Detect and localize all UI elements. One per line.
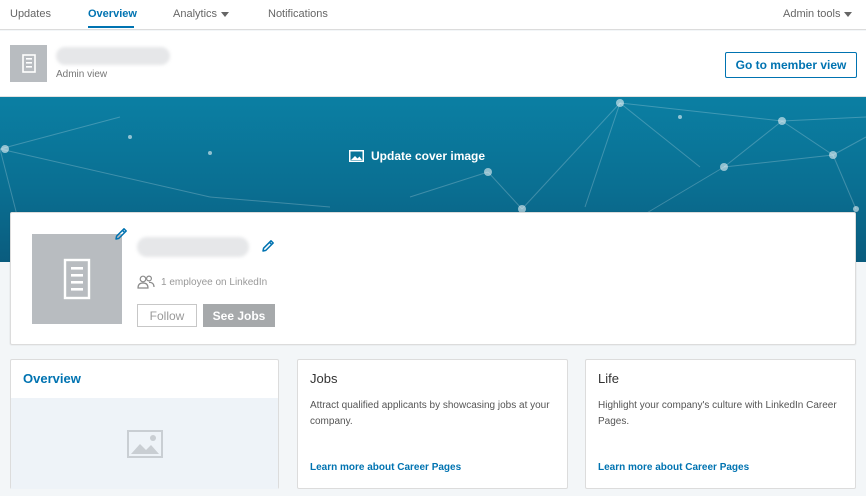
admin-tools-label: Admin tools xyxy=(783,8,841,20)
building-icon xyxy=(63,258,91,300)
edit-logo-pencil-icon[interactable] xyxy=(113,226,129,242)
image-icon xyxy=(349,150,364,162)
follow-button[interactable]: Follow xyxy=(137,304,197,327)
life-learn-more-link[interactable]: Learn more about Career Pages xyxy=(598,462,749,473)
jobs-card-title: Jobs xyxy=(310,371,338,386)
chevron-down-icon xyxy=(221,11,230,17)
jobs-learn-more-link[interactable]: Learn more about Career Pages xyxy=(310,462,461,473)
company-profile-card: 1 employee on LinkedIn Follow See Jobs xyxy=(10,212,856,345)
jobs-card-description: Attract qualified applicants by showcasi… xyxy=(310,400,550,427)
company-logo[interactable] xyxy=(32,234,122,324)
tab-overview[interactable]: Overview xyxy=(88,8,137,20)
jobs-card: Jobs Attract qualified applicants by sho… xyxy=(297,359,568,489)
admin-header: Admin view Go to member view xyxy=(0,31,866,97)
top-nav: Updates Overview Analytics Notifications… xyxy=(0,0,866,30)
tab-label: Overview xyxy=(88,8,137,20)
overview-card[interactable]: Overview xyxy=(10,359,279,489)
admin-view-label: Admin view xyxy=(56,69,108,80)
tab-updates[interactable]: Updates xyxy=(10,8,51,20)
overview-image-placeholder xyxy=(11,398,278,489)
chevron-down-icon xyxy=(844,11,853,17)
edit-name-pencil-icon[interactable] xyxy=(260,238,276,254)
overview-card-title: Overview xyxy=(23,371,81,386)
admin-tools-menu[interactable]: Admin tools xyxy=(783,8,853,20)
people-icon xyxy=(137,275,155,289)
update-cover-label: Update cover image xyxy=(371,149,486,163)
go-to-member-view-button[interactable]: Go to member view xyxy=(725,52,857,78)
tab-analytics[interactable]: Analytics xyxy=(173,8,230,20)
life-card: Life Highlight your company's culture wi… xyxy=(585,359,856,489)
active-tab-indicator xyxy=(88,26,134,28)
update-cover-image-button[interactable]: Update cover image xyxy=(349,149,485,163)
see-jobs-button[interactable]: See Jobs xyxy=(203,304,275,327)
life-card-description: Highlight your company's culture with Li… xyxy=(598,400,837,427)
employee-count-text: 1 employee on LinkedIn xyxy=(161,276,268,288)
building-icon xyxy=(21,53,36,73)
employee-count[interactable]: 1 employee on LinkedIn xyxy=(137,275,267,289)
tab-label: Updates xyxy=(10,8,51,20)
company-name-redacted xyxy=(56,47,170,65)
company-name-redacted xyxy=(137,237,249,257)
tab-label: Analytics xyxy=(173,8,218,20)
image-icon xyxy=(126,429,163,458)
company-logo-small xyxy=(10,45,47,82)
tab-notifications[interactable]: Notifications xyxy=(268,8,328,20)
life-card-title: Life xyxy=(598,371,619,386)
tab-label: Notifications xyxy=(268,8,328,20)
